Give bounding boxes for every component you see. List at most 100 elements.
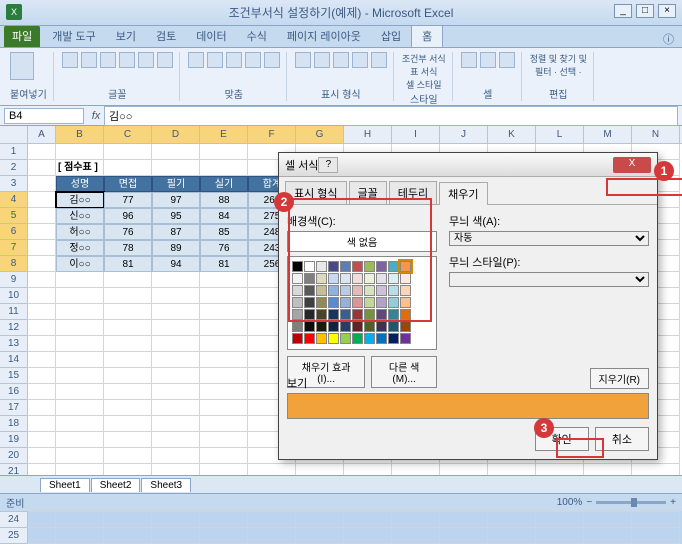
- cell-C8[interactable]: 81: [104, 256, 152, 272]
- ribbon-tab-2[interactable]: 페이지 레이아웃: [277, 25, 371, 47]
- align-right-icon[interactable]: [226, 52, 242, 68]
- color-swatch[interactable]: [316, 261, 327, 272]
- color-swatch[interactable]: [388, 273, 399, 284]
- cell-D1[interactable]: [152, 144, 200, 160]
- color-swatch[interactable]: [316, 285, 327, 296]
- cell-B6[interactable]: 허○○: [56, 224, 104, 240]
- bold-icon[interactable]: [62, 52, 78, 68]
- color-swatch[interactable]: [292, 297, 303, 308]
- pattern-color-select[interactable]: 자동: [449, 231, 649, 246]
- cell-B1[interactable]: [56, 144, 104, 160]
- row-header-10[interactable]: 10: [0, 288, 28, 304]
- cell-E11[interactable]: [200, 304, 248, 320]
- cell-L24[interactable]: [536, 512, 584, 528]
- color-swatch[interactable]: [304, 297, 315, 308]
- cell-E8[interactable]: 81: [200, 256, 248, 272]
- cell-A18[interactable]: [28, 416, 56, 432]
- color-swatch[interactable]: [328, 273, 339, 284]
- cell-E1[interactable]: [200, 144, 248, 160]
- cell-style-button[interactable]: 셀 스타일: [402, 78, 446, 91]
- col-header-I[interactable]: I: [392, 126, 440, 143]
- cell-A24[interactable]: [28, 512, 56, 528]
- color-swatch[interactable]: [400, 297, 411, 308]
- cell-G25[interactable]: [296, 528, 344, 544]
- cell-B16[interactable]: [56, 384, 104, 400]
- color-swatch[interactable]: [292, 333, 303, 344]
- cell-E7[interactable]: 76: [200, 240, 248, 256]
- border-icon[interactable]: [119, 52, 135, 68]
- cell-N25[interactable]: [632, 528, 680, 544]
- cell-A10[interactable]: [28, 288, 56, 304]
- cell-B17[interactable]: [56, 400, 104, 416]
- cell-D10[interactable]: [152, 288, 200, 304]
- underline-icon[interactable]: [100, 52, 116, 68]
- cell-A15[interactable]: [28, 368, 56, 384]
- color-swatch[interactable]: [376, 273, 387, 284]
- row-header-16[interactable]: 16: [0, 384, 28, 400]
- cell-E13[interactable]: [200, 336, 248, 352]
- color-swatch[interactable]: [316, 309, 327, 320]
- cell-B10[interactable]: [56, 288, 104, 304]
- cell-D13[interactable]: [152, 336, 200, 352]
- cell-A5[interactable]: [28, 208, 56, 224]
- cell-C15[interactable]: [104, 368, 152, 384]
- cell-C20[interactable]: [104, 448, 152, 464]
- ribbon-tab-4[interactable]: 데이터: [186, 25, 236, 47]
- cell-B24[interactable]: [56, 512, 104, 528]
- cell-B9[interactable]: [56, 272, 104, 288]
- color-swatch[interactable]: [316, 297, 327, 308]
- wrap-icon[interactable]: [245, 52, 261, 68]
- percent-icon[interactable]: [314, 52, 330, 68]
- col-header-H[interactable]: H: [344, 126, 392, 143]
- cell-M24[interactable]: [584, 512, 632, 528]
- number-format-icon[interactable]: [295, 52, 311, 68]
- cancel-button[interactable]: 취소: [595, 427, 649, 451]
- color-swatch[interactable]: [376, 285, 387, 296]
- color-swatch[interactable]: [388, 309, 399, 320]
- row-header-20[interactable]: 20: [0, 448, 28, 464]
- row-header-9[interactable]: 9: [0, 272, 28, 288]
- dialog-help-button[interactable]: ?: [318, 157, 338, 173]
- cell-E12[interactable]: [200, 320, 248, 336]
- cell-E24[interactable]: [200, 512, 248, 528]
- cell-D20[interactable]: [152, 448, 200, 464]
- cell-A8[interactable]: [28, 256, 56, 272]
- color-swatch[interactable]: [292, 273, 303, 284]
- cell-D19[interactable]: [152, 432, 200, 448]
- cell-C17[interactable]: [104, 400, 152, 416]
- cell-D8[interactable]: 94: [152, 256, 200, 272]
- cell-B15[interactable]: [56, 368, 104, 384]
- color-swatch[interactable]: [340, 321, 351, 332]
- color-swatch[interactable]: [328, 309, 339, 320]
- row-header-4[interactable]: 4: [0, 192, 28, 208]
- cell-C10[interactable]: [104, 288, 152, 304]
- cell-B8[interactable]: 이○○: [56, 256, 104, 272]
- cell-D9[interactable]: [152, 272, 200, 288]
- color-swatch[interactable]: [364, 333, 375, 344]
- cell-B25[interactable]: [56, 528, 104, 544]
- color-swatch[interactable]: [388, 261, 399, 272]
- color-swatch[interactable]: [400, 285, 411, 296]
- cell-E20[interactable]: [200, 448, 248, 464]
- table-format-button[interactable]: 표 서식: [402, 65, 446, 78]
- cell-C9[interactable]: [104, 272, 152, 288]
- cell-E9[interactable]: [200, 272, 248, 288]
- cell-D24[interactable]: [152, 512, 200, 528]
- cell-C11[interactable]: [104, 304, 152, 320]
- color-swatch[interactable]: [352, 261, 363, 272]
- cell-K25[interactable]: [488, 528, 536, 544]
- zoom-out-button[interactable]: −: [586, 497, 592, 508]
- sheet-tab-Sheet2[interactable]: Sheet2: [91, 478, 141, 492]
- color-swatch[interactable]: [400, 333, 411, 344]
- color-swatch[interactable]: [292, 261, 303, 272]
- ribbon-tab-0[interactable]: 홈: [411, 24, 443, 47]
- cell-H25[interactable]: [344, 528, 392, 544]
- dialog-tab-2[interactable]: 테두리: [389, 181, 437, 204]
- color-swatch[interactable]: [388, 285, 399, 296]
- color-swatch[interactable]: [340, 285, 351, 296]
- cell-B20[interactable]: [56, 448, 104, 464]
- color-swatch[interactable]: [388, 333, 399, 344]
- cell-A6[interactable]: [28, 224, 56, 240]
- color-swatch[interactable]: [304, 273, 315, 284]
- cell-E10[interactable]: [200, 288, 248, 304]
